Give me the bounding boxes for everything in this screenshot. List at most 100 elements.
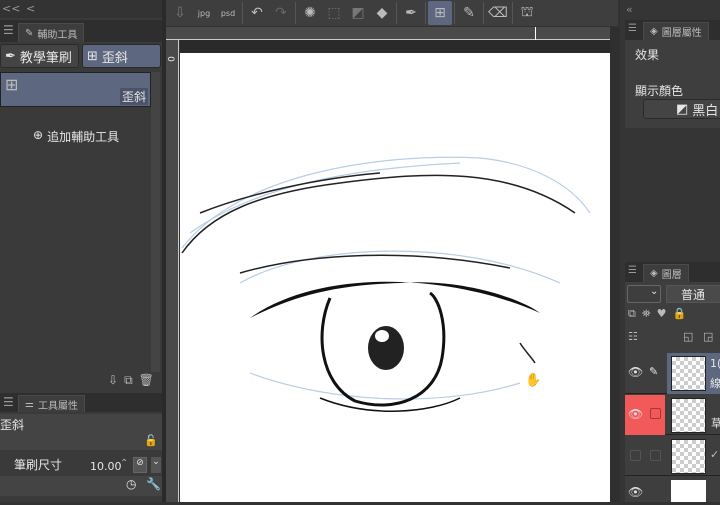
layer-property-panel: ☰ ◈ 圖層屬性 效果 顯示顏色 ◩ 黑白: [625, 20, 720, 128]
pencil-icon[interactable]: ✎: [457, 1, 481, 25]
display-color-button[interactable]: ◩ 黑白: [643, 99, 720, 119]
layer-name: 1(: [710, 357, 720, 370]
menu-icon[interactable]: ☰: [3, 23, 14, 37]
assist-actions: ⇩ ⧉ 🗑: [108, 373, 154, 388]
perspective-grid-icon: ⊞: [5, 75, 19, 94]
effect-label: 效果: [635, 48, 660, 62]
paper-thumbnail: [671, 480, 706, 502]
display-color-label: 顯示顏色: [635, 84, 684, 98]
layer-thumbnail: [671, 439, 706, 474]
sliders-icon: ⚌: [25, 398, 34, 410]
duplicate-icon[interactable]: ⧉: [124, 373, 133, 388]
wrench-icon[interactable]: 🔧: [146, 477, 161, 491]
subtool-tutorial-brush[interactable]: ✒ 教學筆刷: [0, 44, 79, 68]
layer-row[interactable]: 👁: [625, 477, 720, 502]
pen-icon[interactable]: ✒: [399, 1, 423, 25]
layers-icon: ◈: [650, 26, 658, 37]
tab-layer-property[interactable]: ◈ 圖層屬性: [643, 22, 709, 40]
export-icon[interactable]: ⇩: [168, 1, 192, 25]
color-chip-dropdown[interactable]: ⌄: [627, 285, 661, 303]
plus-circle-icon: ⊕: [33, 128, 44, 142]
left-panel: << < ☰ ✎ 輔助工具 ✒ 教學筆刷 ⊞ 歪斜 ⊞ 歪斜 ⊕ 追加輔助工具 ⇩ ⧉ 🗑 …: [0, 0, 162, 502]
collapse-panels-icon[interactable]: «: [626, 3, 633, 16]
subtool-skew[interactable]: ⊞ 歪斜: [82, 44, 161, 68]
canvas-edge: [610, 27, 620, 502]
eye-icon[interactable]: 👁: [628, 365, 643, 379]
horizontal-ruler[interactable]: [166, 27, 610, 40]
edit-toggle[interactable]: [650, 450, 661, 461]
command-bar: ⇩ jpg psd ↶ ↷ ✺ ⬚ ◩ ◆ ✒ ⊞ ✎ ⌫ ⛫: [166, 0, 618, 26]
eye-icon[interactable]: 👁: [628, 407, 643, 421]
pressure-toggle[interactable]: ⊘: [133, 457, 147, 473]
layer-type: 草: [711, 417, 720, 430]
lock-icon[interactable]: 🔒: [673, 307, 687, 321]
menu-icon[interactable]: ☰: [628, 23, 637, 34]
vertical-ruler[interactable]: 0: [165, 40, 179, 502]
perspective-ruler-icon[interactable]: ⊞: [428, 1, 452, 25]
trash-icon[interactable]: 🗑: [139, 373, 154, 388]
spray-icon[interactable]: ⛫: [515, 1, 539, 25]
loading-icon[interactable]: ✺: [298, 1, 322, 25]
undo-icon[interactable]: ↶: [245, 1, 269, 25]
pen-icon: ✒: [5, 48, 16, 64]
tool-property-tab-row: ☰ ⚌ 工具屬性: [0, 393, 162, 412]
edit-toggle[interactable]: [650, 408, 661, 419]
layer-list-icon[interactable]: ☷: [628, 330, 638, 343]
scrollbar[interactable]: [151, 72, 160, 372]
assist-tab-row: ☰ ✎ 輔助工具: [0, 20, 162, 42]
layer-type: 線: [710, 377, 720, 390]
monochrome-icon: ◩: [676, 101, 689, 117]
layer-row[interactable]: 👁 草: [625, 395, 720, 435]
right-panel: « ☰ ◈ 圖層屬性 效果 顯示顏色 ◩ 黑白 ☰ ◈ 圖層 ⌄ 普通 ⧉ ⛯ ♥ 🔒 ☷ …: [620, 0, 720, 502]
mask-icon[interactable]: ♥: [657, 307, 667, 321]
export-jpg-icon[interactable]: jpg: [192, 1, 216, 25]
pencil-edit-icon[interactable]: ✎: [649, 365, 658, 378]
layer-row[interactable]: 👁 ✎ 1( 線: [625, 353, 720, 394]
perspective-grid-icon: ⊞: [87, 48, 98, 64]
layers-icon: ◈: [650, 268, 658, 279]
hand-cursor-icon: ✋: [525, 373, 542, 388]
canvas-margin: [180, 40, 610, 53]
stepper-icon[interactable]: ⌃: [120, 458, 128, 469]
layer-thumbnail: [671, 356, 706, 391]
eraser-icon[interactable]: ⌫: [486, 1, 510, 25]
tool-property-header: 歪斜 🔓: [0, 414, 162, 450]
left-panel-header: << <: [0, 0, 162, 18]
tab-layers[interactable]: ◈ 圖層: [643, 264, 689, 282]
blend-mode-select[interactable]: 普通: [666, 285, 720, 303]
reference-icon[interactable]: ⛯: [642, 307, 651, 321]
menu-icon[interactable]: ☰: [3, 395, 14, 409]
brush-size-label: 筆刷尺寸: [14, 458, 63, 472]
select-icon[interactable]: ⬚: [322, 1, 346, 25]
tool-name: 歪斜: [0, 418, 25, 432]
tab-assist-tools[interactable]: ✎ 輔助工具: [18, 23, 85, 42]
tab-tool-property[interactable]: ⚌ 工具屬性: [18, 395, 85, 412]
new-raster-layer-icon[interactable]: ◱: [683, 330, 693, 343]
pen-ruler-icon: ✎: [25, 27, 34, 39]
check-icon: ✓: [710, 448, 720, 461]
redo-icon[interactable]: ↷: [269, 1, 293, 25]
lock-icon[interactable]: 🔓: [144, 434, 158, 447]
dial-icon[interactable]: ◷: [126, 477, 136, 491]
expand-icon[interactable]: ⌄: [151, 457, 161, 473]
brush-size-value[interactable]: 10.00: [90, 460, 122, 473]
eye-drawing: [181, 156, 591, 412]
eye-icon[interactable]: 👁: [628, 485, 643, 499]
selected-assist-item[interactable]: ⊞ 歪斜: [0, 72, 151, 107]
menu-icon[interactable]: ☰: [628, 265, 637, 276]
import-icon[interactable]: ⇩: [108, 373, 118, 388]
export-psd-icon[interactable]: psd: [216, 1, 240, 25]
visibility-toggle[interactable]: [630, 450, 641, 461]
bucket-icon[interactable]: ◆: [370, 1, 394, 25]
layer-row[interactable]: ✓: [625, 436, 720, 476]
collapse-panels-icon[interactable]: <<: [2, 2, 20, 15]
clip-icon[interactable]: ⧉: [628, 307, 636, 321]
new-vector-layer-icon[interactable]: ◲: [703, 330, 713, 343]
canvas[interactable]: ✋: [180, 53, 610, 502]
collapse-left-icon[interactable]: <: [26, 2, 35, 15]
layer-panel: ☰ ◈圖層 ⌄ 普通 ⧉ ⛯ ♥ 🔒 ☷ ◱ ◲ 👁 ✎ 1( 線 👁 草 ✓ 👁: [625, 262, 720, 502]
layer-lock-icons: ⧉ ⛯ ♥ 🔒: [628, 307, 686, 321]
add-assist-tool-button[interactable]: ⊕ 追加輔助工具: [33, 128, 119, 145]
fill-selection-icon[interactable]: ◩: [346, 1, 370, 25]
ruler-marker: [535, 27, 536, 40]
